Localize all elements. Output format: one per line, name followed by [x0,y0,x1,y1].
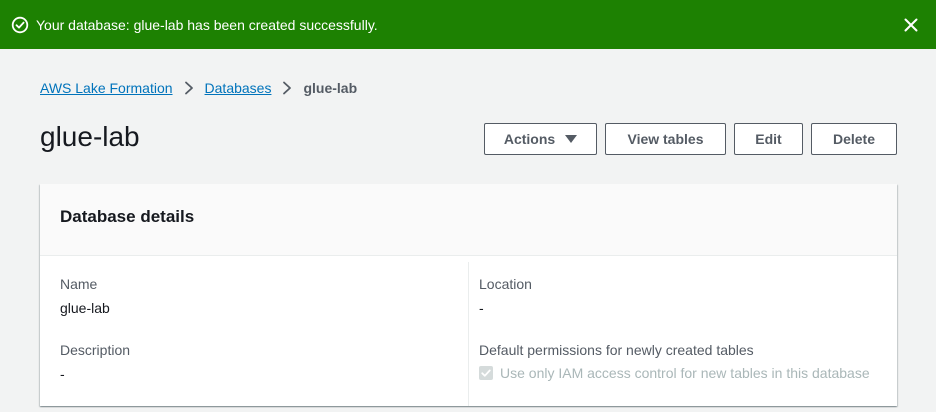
iam-access-control-checkbox[interactable]: Use only IAM access control for new tabl… [479,364,870,382]
name-value: glue-lab [60,300,110,316]
view-tables-button[interactable]: View tables [605,123,726,155]
actions-button-label: Actions [503,131,556,147]
success-flash-banner: Your database: glue-lab has been created… [0,0,936,49]
checkbox-checked-icon [479,366,493,380]
delete-button[interactable]: Delete [811,123,897,155]
chevron-right-icon [276,78,298,98]
check-circle-icon [11,16,29,34]
edit-button[interactable]: Edit [734,123,803,155]
panel-header: Database details [40,184,897,256]
breadcrumb: AWS Lake Formation Databases glue-lab [40,78,357,98]
description-label: Description [60,342,131,358]
close-icon[interactable] [902,16,920,34]
location-label: Location [479,276,532,292]
panel-title: Database details [60,207,195,226]
column-divider [468,262,469,406]
default-permissions-label: Default permissions for newly created ta… [479,342,754,358]
chevron-right-icon [178,78,200,98]
breadcrumb-link-databases[interactable]: Databases [205,80,272,96]
name-label: Name [60,276,98,292]
description-value: - [60,366,65,382]
actions-dropdown-button[interactable]: Actions [484,123,597,155]
breadcrumb-link-lake-formation[interactable]: AWS Lake Formation [40,80,173,96]
flash-message: Your database: glue-lab has been created… [36,17,378,33]
page-title: glue-lab [40,121,140,152]
iam-checkbox-label: Use only IAM access control for new tabl… [500,365,870,381]
database-details-panel: Database details Name glue-lab Descripti… [40,184,897,406]
breadcrumb-current: glue-lab [303,80,358,96]
caret-down-icon [565,135,578,143]
location-value: - [479,300,484,316]
